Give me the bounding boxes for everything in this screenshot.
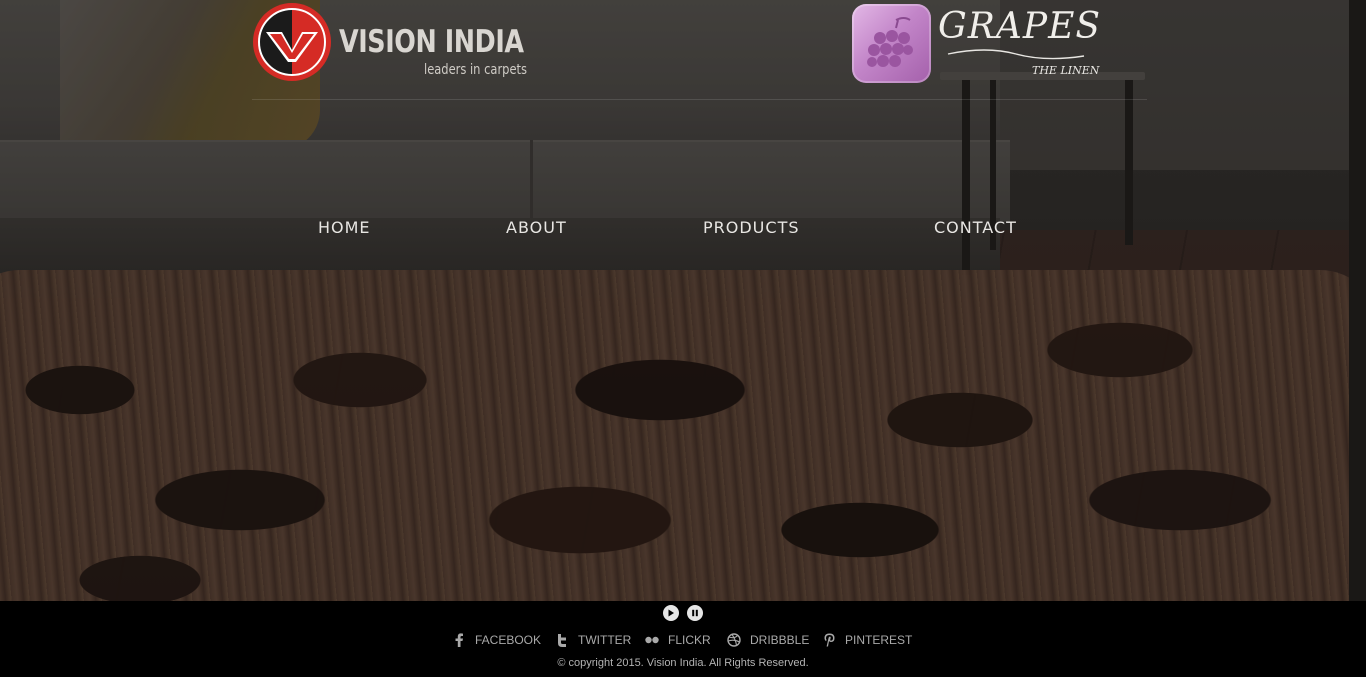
grapes-badge — [852, 4, 931, 83]
social-twitter[interactable]: TWITTER — [555, 632, 631, 648]
copyright-text: © copyright 2015. Vision India. All Righ… — [557, 657, 809, 669]
nav-products[interactable]: PRODUCTS — [703, 218, 800, 237]
grapes-subtitle: THE LINEN — [1032, 64, 1100, 77]
hero-background — [0, 0, 1349, 601]
slider-pause-button[interactable] — [687, 605, 703, 621]
slider-play-button[interactable] — [663, 605, 679, 621]
dribbble-icon — [727, 633, 741, 647]
grapes-name: GRAPES — [938, 6, 1102, 47]
twitter-icon — [555, 633, 569, 647]
social-facebook-label: FACEBOOK — [475, 633, 542, 647]
nav-contact[interactable]: CONTACT — [934, 218, 1017, 237]
nav-about[interactable]: ABOUT — [506, 218, 567, 237]
brand-tagline: leaders in carpets — [424, 62, 528, 78]
grapes-logo[interactable]: GRAPES THE LINEN — [852, 4, 1100, 86]
pinterest-icon — [822, 633, 836, 647]
footer: FACEBOOK TWITTER FLICKR DRIBBBLE PINTERE… — [0, 601, 1366, 677]
social-dribbble[interactable]: DRIBBBLE — [727, 632, 809, 648]
social-dribbble-label: DRIBBBLE — [750, 633, 810, 647]
vision-india-logo[interactable]: VISION INDIA leaders in carpets — [252, 2, 542, 84]
social-flickr-label: FLICKR — [668, 633, 711, 647]
play-icon — [668, 609, 674, 617]
social-twitter-label: TWITTER — [578, 633, 632, 647]
social-flickr[interactable]: FLICKR — [645, 632, 711, 648]
social-facebook[interactable]: FACEBOOK — [452, 632, 541, 648]
grapes-icon — [867, 17, 913, 67]
vision-india-badge-icon — [253, 3, 331, 81]
pause-icon — [692, 609, 698, 617]
social-pinterest-label: PINTEREST — [845, 633, 913, 647]
flickr-icon — [645, 633, 659, 647]
page-edge — [1349, 0, 1366, 601]
facebook-icon — [452, 633, 466, 647]
social-pinterest[interactable]: PINTEREST — [822, 632, 912, 648]
brand-title: VISION INDIA — [339, 24, 524, 60]
nav-home[interactable]: HOME — [318, 218, 371, 237]
dark-overlay — [0, 0, 1349, 601]
header-divider — [252, 99, 1147, 100]
